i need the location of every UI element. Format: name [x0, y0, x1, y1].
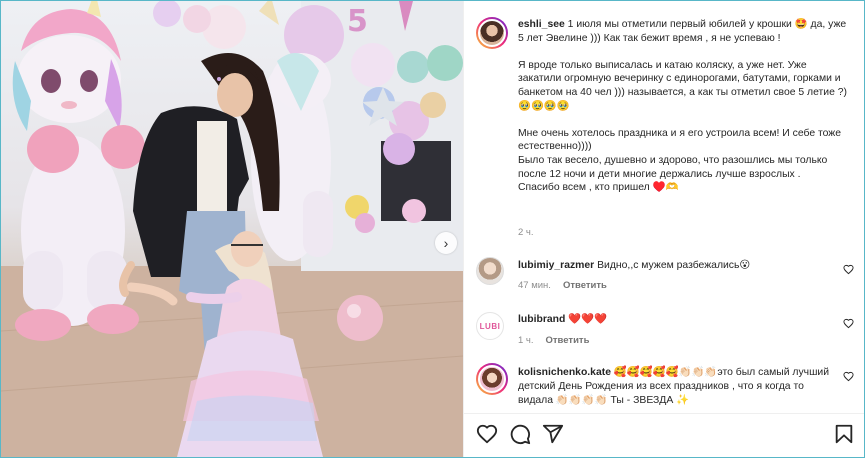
- svg-text:5: 5: [347, 4, 368, 39]
- lubibrand-logo: LUBI: [479, 321, 501, 331]
- comment-text: ❤️❤️❤️: [565, 314, 608, 325]
- photo-illustration: 5: [1, 1, 463, 457]
- share-button[interactable]: [542, 423, 564, 445]
- small-heart-icon: [842, 318, 854, 329]
- comment-avatar[interactable]: LUBI: [476, 312, 504, 340]
- comment-button[interactable]: [509, 423, 531, 445]
- comment-item: lubimiy_razmer Видно,,с мужем разбежалис…: [518, 259, 836, 273]
- comment-time: 1 ч.: [518, 335, 534, 346]
- comment-time: 47 мин.: [518, 280, 551, 291]
- post-details-panel: eshli_see 1 июля мы отметили первый юбил…: [463, 1, 864, 457]
- post-time: 2 ч.: [518, 227, 534, 238]
- reply-button[interactable]: Ответить: [546, 335, 590, 346]
- comment-bubble-icon: [510, 424, 531, 445]
- next-image-button[interactable]: ›: [435, 232, 457, 254]
- comment-like-button[interactable]: [842, 318, 854, 330]
- post-window: 5 › eshli_see 1 июля мы отметили первый …: [0, 0, 865, 458]
- comment-item: kolisnichenko.kate 🥰🥰🥰🥰🥰👏🏻👏🏻👏🏻это был са…: [518, 366, 836, 408]
- small-heart-icon: [842, 264, 854, 275]
- comment-item: lubibrand ❤️❤️❤️: [518, 313, 836, 327]
- author-username[interactable]: eshli_see: [518, 19, 565, 30]
- comment-username[interactable]: lubibrand: [518, 314, 565, 325]
- comment-username[interactable]: kolisnichenko.kate: [518, 367, 611, 378]
- post-photo[interactable]: 5 ›: [1, 1, 463, 457]
- comment-like-button[interactable]: [842, 264, 854, 276]
- comments-scroll-area[interactable]: eshli_see 1 июля мы отметили первый юбил…: [464, 1, 864, 413]
- caption-text: 1 июля мы отметили первый юбилей у крошк…: [518, 19, 848, 194]
- post-caption: eshli_see 1 июля мы отметили первый юбил…: [518, 18, 850, 195]
- reply-button[interactable]: Ответить: [563, 280, 607, 291]
- like-button[interactable]: [476, 423, 498, 445]
- comment-meta: 1 ч. Ответить: [518, 335, 589, 346]
- chevron-right-icon: ›: [443, 235, 449, 251]
- author-avatar[interactable]: [476, 17, 508, 49]
- comment-like-button[interactable]: [842, 371, 854, 383]
- post-action-bar: [464, 413, 864, 457]
- post-time-label: 2 ч.: [518, 227, 534, 238]
- comment-text: Видно,,с мужем разбежались😮: [594, 260, 751, 271]
- bookmark-icon: [835, 424, 853, 444]
- save-button[interactable]: [833, 423, 855, 445]
- comment-avatar[interactable]: [476, 257, 504, 285]
- heart-outline-icon: [476, 424, 498, 444]
- small-heart-icon: [842, 371, 854, 382]
- paper-plane-icon: [542, 424, 564, 444]
- comment-username[interactable]: lubimiy_razmer: [518, 260, 594, 271]
- comment-meta: 47 мин. Ответить: [518, 280, 607, 291]
- comment-avatar[interactable]: [476, 363, 508, 395]
